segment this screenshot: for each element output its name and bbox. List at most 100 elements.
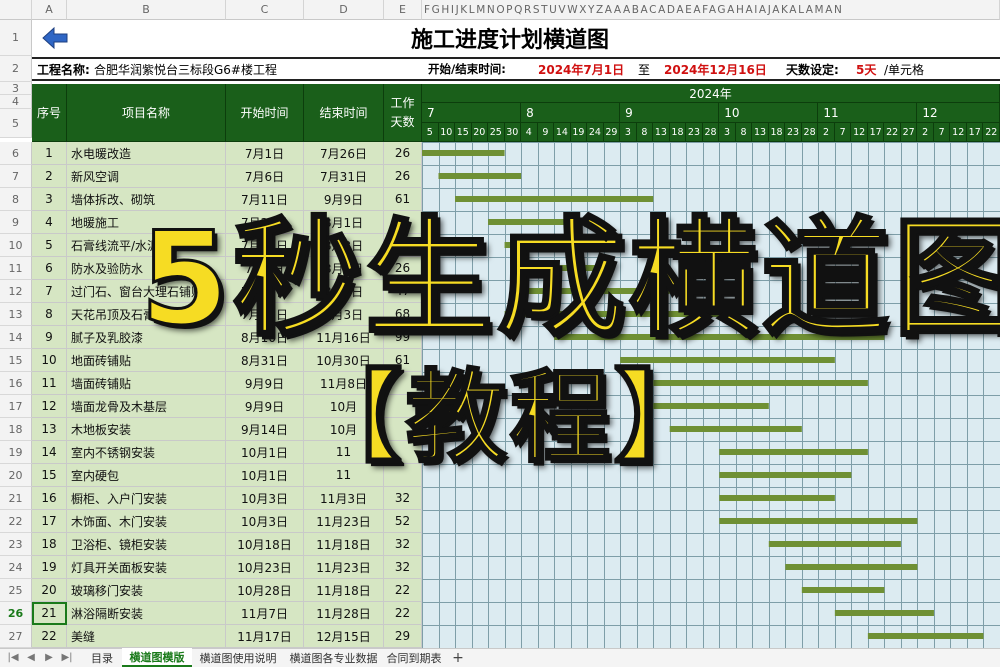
column-header-C[interactable]: C [226,0,304,20]
task-name[interactable]: 木地板安装 [67,418,226,441]
task-start[interactable]: 9月14日 [226,418,304,441]
task-seq[interactable]: 12 [32,395,67,418]
task-end[interactable]: 7月26日 [304,142,384,165]
row-header[interactable]: 18 [0,418,32,441]
row-header[interactable]: 17 [0,395,32,418]
days-value[interactable]: 5天 [852,59,876,79]
row-header[interactable]: 3 [0,82,32,95]
task-seq[interactable]: 15 [32,464,67,487]
task-name[interactable]: 灯具开关面板安装 [67,556,226,579]
task-name[interactable]: 木饰面、木门安装 [67,510,226,533]
row-header[interactable]: 11 [0,257,32,280]
row-header[interactable]: 13 [0,303,32,326]
row-header[interactable]: 20 [0,464,32,487]
sheet-tab[interactable]: 目录 [82,648,122,667]
task-days[interactable]: 32 [384,487,422,510]
tab-nav-last-icon[interactable]: ▶| [60,649,74,666]
row-header[interactable]: 9 [0,211,32,234]
task-seq[interactable]: 4 [32,211,67,234]
task-start[interactable]: 7月1日 [226,142,304,165]
task-seq[interactable]: 16 [32,487,67,510]
row-header[interactable]: 25 [0,579,32,602]
row-header[interactable]: 21 [0,487,32,510]
row-header[interactable]: 7 [0,165,32,188]
row-header[interactable]: 1 [0,20,32,56]
task-seq[interactable]: 19 [32,556,67,579]
row-header[interactable]: 15 [0,349,32,372]
task-start[interactable]: 10月1日 [226,441,304,464]
row-header[interactable]: 27 [0,625,32,648]
tab-nav-prev-icon[interactable]: ◀ [24,649,38,666]
task-start[interactable]: 10月23日 [226,556,304,579]
row-header[interactable]: 6 [0,142,32,165]
column-header-A[interactable]: A [32,0,67,20]
task-end[interactable]: 11月3日 [304,487,384,510]
task-seq[interactable]: 3 [32,188,67,211]
task-start[interactable]: 7月6日 [226,165,304,188]
task-start[interactable]: 10月3日 [226,487,304,510]
task-seq[interactable]: 5 [32,234,67,257]
task-name[interactable]: 橱柜、入户门安装 [67,487,226,510]
sheet-tab[interactable]: 横道图各专业数据 [285,648,382,667]
back-arrow-icon[interactable] [40,25,70,51]
column-letters-tail[interactable]: FGHIJKLMNOPQRSTUVWXYZAAABACADAEAFAGAHAIA… [422,0,1000,20]
row-header[interactable]: 24 [0,556,32,579]
row-header[interactable]: 22 [0,510,32,533]
task-days[interactable]: 32 [384,533,422,556]
task-name[interactable]: 室内不锈钢安装 [67,441,226,464]
column-header-B[interactable]: B [67,0,226,20]
task-seq[interactable]: 7 [32,280,67,303]
task-name[interactable]: 玻璃移门安装 [67,579,226,602]
task-days[interactable]: 32 [384,556,422,579]
tab-nav-next-icon[interactable]: ▶ [42,649,56,666]
task-days[interactable]: 29 [384,625,422,648]
select-all-corner[interactable] [0,0,32,20]
task-days[interactable]: 22 [384,579,422,602]
task-start[interactable]: 9月9日 [226,395,304,418]
task-end[interactable]: 11月23日 [304,556,384,579]
task-start[interactable]: 11月17日 [226,625,304,648]
task-seq[interactable]: 6 [32,257,67,280]
task-start[interactable]: 10月3日 [226,510,304,533]
column-header-D[interactable]: D [304,0,384,20]
sheet-tab[interactable]: 横道图使用说明 [194,648,282,667]
task-name[interactable]: 卫浴柜、镜柜安装 [67,533,226,556]
row-header[interactable]: 2 [0,56,32,82]
task-start[interactable]: 11月7日 [226,602,304,625]
task-end[interactable]: 11月23日 [304,510,384,533]
row-header[interactable]: 16 [0,372,32,395]
task-seq[interactable]: 1 [32,142,67,165]
task-name[interactable]: 墙面龙骨及木基层 [67,395,226,418]
sheet-tab[interactable]: 横道图模版 [122,648,192,667]
row-header[interactable]: 23 [0,533,32,556]
task-seq[interactable]: 17 [32,510,67,533]
task-name[interactable]: 水电暖改造 [67,142,226,165]
task-seq[interactable]: 20 [32,579,67,602]
row-header[interactable]: 8 [0,188,32,211]
task-name[interactable]: 淋浴隔断安装 [67,602,226,625]
add-sheet-button[interactable]: + [450,649,466,666]
row-header[interactable]: 14 [0,326,32,349]
task-seq[interactable]: 10 [32,349,67,372]
row-header[interactable]: 4 [0,95,32,109]
task-start[interactable]: 10月28日 [226,579,304,602]
project-name[interactable]: 合肥华润紫悦台三标段G6#楼工程 [90,59,277,79]
task-seq[interactable]: 2 [32,165,67,188]
task-start[interactable]: 10月18日 [226,533,304,556]
task-end[interactable]: 11月18日 [304,579,384,602]
task-seq[interactable]: 9 [32,326,67,349]
task-seq[interactable]: 11 [32,372,67,395]
task-days[interactable]: 26 [384,165,422,188]
task-seq[interactable]: 8 [32,303,67,326]
task-days[interactable]: 26 [384,142,422,165]
task-seq[interactable]: 13 [32,418,67,441]
task-end[interactable]: 11月28日 [304,602,384,625]
column-header-E[interactable]: E [384,0,422,20]
row-header[interactable]: 12 [0,280,32,303]
task-name[interactable]: 新风空调 [67,165,226,188]
row-header[interactable]: 5 [0,109,32,138]
task-name[interactable]: 美缝 [67,625,226,648]
task-end[interactable]: 11月18日 [304,533,384,556]
start-date[interactable]: 2024年7月1日 [534,59,624,79]
task-start[interactable]: 10月1日 [226,464,304,487]
